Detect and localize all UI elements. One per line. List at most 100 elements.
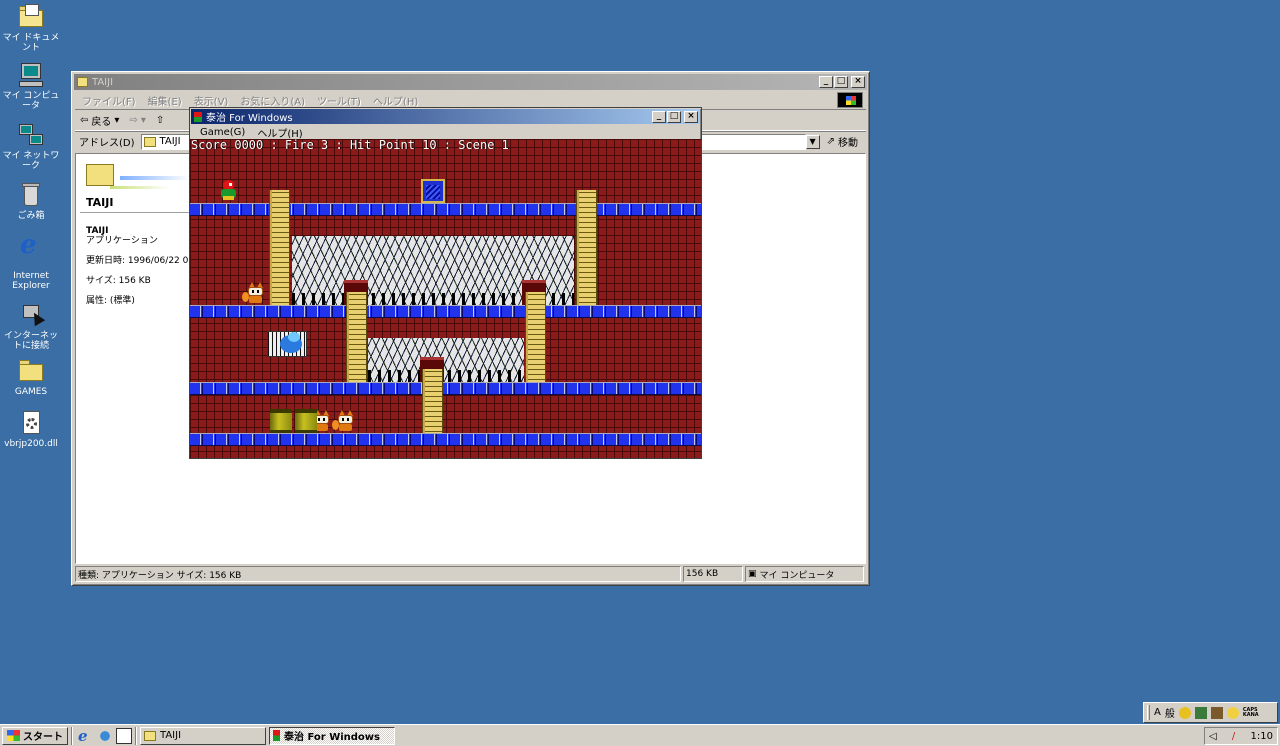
desktop-icon-label: マイ ネットワーク — [2, 151, 60, 171]
ime-settings-icon[interactable] — [1210, 706, 1223, 719]
ime-pad-icon[interactable]: A — [1154, 707, 1161, 718]
ladder — [525, 292, 546, 382]
taskbar: スタート e TAIJI 泰治 For Windows ◁ / 1:10 — [0, 724, 1280, 746]
desktop-icon-games[interactable]: GAMES — [0, 358, 62, 397]
menu-game[interactable]: Game(G) — [194, 127, 251, 138]
chevron-down-icon: ▾ — [114, 114, 120, 126]
ime-dictionary-icon[interactable] — [1194, 706, 1207, 719]
my-computer-icon — [17, 62, 45, 88]
ime-language-bar[interactable]: A 般 CAPS KANA — [1143, 702, 1278, 723]
minimize-button[interactable]: _ — [652, 110, 666, 123]
desktop-icon-connect-internet[interactable]: インターネットに接続 — [0, 302, 62, 351]
task-button-game[interactable]: 泰治 For Windows — [269, 726, 395, 745]
address-dropdown-button[interactable]: ▼ — [805, 134, 820, 149]
desktop-icon-dll[interactable]: vbrjp200.dll — [0, 410, 62, 449]
go-button[interactable]: ⇗ 移動 — [821, 134, 866, 149]
task-label: 泰治 For Windows — [284, 732, 380, 743]
menu-edit[interactable]: 編集(E) — [142, 93, 188, 108]
status-main: 種類: アプリケーション サイズ: 156 KB — [75, 566, 681, 582]
desktop-icon-my-network[interactable]: マイ ネットワーク — [0, 122, 62, 171]
minimize-button[interactable]: _ — [819, 76, 833, 88]
game-hud: Score 0000 : Fire 3 : Hit Point 10 : Sce… — [191, 139, 509, 152]
system-tray: ◁ / 1:10 — [1204, 727, 1278, 745]
ladder — [269, 190, 290, 305]
language-bar-grip[interactable] — [1147, 705, 1150, 720]
file-attributes: 属性: (標準) — [86, 296, 135, 306]
barrel-sprite — [295, 409, 317, 433]
explorer-titlebar[interactable]: TAIJI _ □ × — [74, 74, 867, 90]
desktop-icon-label: ごみ箱 — [17, 211, 45, 221]
floor-platform — [190, 203, 701, 216]
task-button-explorer[interactable]: TAIJI — [140, 726, 266, 745]
desktop-icon-label: マイ ドキュメント — [2, 33, 60, 53]
fox-enemy-sprite — [332, 410, 356, 432]
status-size: 156 KB — [683, 566, 743, 582]
network-icon — [17, 122, 45, 148]
start-label: スタート — [23, 732, 63, 743]
window-title: TAIJI — [92, 76, 114, 88]
windows-logo-icon — [7, 730, 20, 741]
menu-help[interactable]: ヘルプ(H) — [251, 125, 308, 140]
floor-platform — [190, 382, 701, 395]
file-modified: 更新日時: 1996/06/22 0:2 — [86, 256, 198, 266]
fox-enemy-sprite — [242, 282, 266, 304]
maximize-button[interactable]: □ — [667, 110, 681, 123]
desktop-icon-internet-explorer[interactable]: e Internet Explorer — [0, 232, 62, 291]
show-desktop-icon[interactable] — [116, 727, 132, 744]
menu-file[interactable]: ファイル(F) — [76, 93, 142, 108]
folder-icon — [144, 730, 156, 741]
menu-tools[interactable]: ツール(T) — [311, 93, 367, 108]
desktop-icon-recycle-bin[interactable]: ごみ箱 — [0, 182, 62, 221]
caged-creature-sprite — [267, 331, 307, 357]
ime-tool-icon[interactable] — [1178, 706, 1191, 719]
ime-mode-indicator[interactable]: 般 — [1165, 705, 1175, 720]
folder-title: TAIJI — [86, 196, 114, 209]
desktop-icon-label: マイ コンピュータ — [2, 91, 60, 111]
ladder — [346, 292, 367, 382]
ladder — [576, 190, 597, 305]
maximize-button[interactable]: □ — [834, 76, 848, 88]
barrel-sprite — [270, 409, 292, 433]
desktop-icon-my-documents[interactable]: マイ ドキュメント — [0, 4, 62, 53]
game-window[interactable]: 泰治 For Windows _ □ × Game(G) ヘルプ(H) Scor… — [189, 107, 702, 459]
start-button[interactable]: スタート — [2, 726, 68, 745]
file-size: サイズ: 156 KB — [86, 276, 151, 286]
forward-arrow-icon: ⇨ — [129, 114, 138, 126]
forward-button[interactable]: ⇨ ▾ — [124, 115, 150, 126]
my-computer-icon: ▣ — [748, 569, 757, 579]
desktop-icon-label: インターネットに接続 — [3, 331, 58, 351]
file-name: TAIJI — [86, 226, 109, 236]
status-zone: ▣ マイ コンピュータ — [745, 566, 864, 582]
menu-favorites[interactable]: お気に入り(A) — [234, 93, 311, 108]
my-documents-icon — [17, 4, 45, 30]
folder-icon — [17, 358, 45, 384]
outlook-express-icon[interactable] — [97, 727, 113, 744]
ime-help-icon[interactable] — [1226, 706, 1239, 719]
up-folder-icon: ⇧ — [155, 114, 165, 126]
chevron-down-icon: ▾ — [140, 114, 146, 126]
go-arrow-icon: ⇗ — [826, 136, 835, 147]
back-button[interactable]: ⇦ 戻る ▾ — [75, 113, 124, 128]
close-button[interactable]: × — [851, 76, 865, 88]
internet-explorer-icon[interactable]: e — [78, 728, 94, 744]
clock[interactable]: 1:10 — [1251, 731, 1273, 742]
kana-label: KANA — [1242, 711, 1259, 718]
game-titlebar[interactable]: 泰治 For Windows _ □ × — [191, 109, 700, 124]
up-folder-button[interactable]: ⇧ — [151, 115, 169, 126]
folder-icon — [86, 164, 114, 186]
file-details: TAIJI アプリケーション 更新日時: 1996/06/22 0:2 サイズ:… — [86, 226, 197, 316]
volume-icon[interactable]: ◁ — [1209, 731, 1217, 742]
back-label: 戻る — [91, 116, 112, 128]
back-arrow-icon: ⇦ — [80, 114, 89, 126]
exit-door — [421, 179, 445, 203]
game-app-icon — [194, 111, 202, 122]
menu-help[interactable]: ヘルプ(H) — [367, 93, 424, 108]
desktop-icon-my-computer[interactable]: マイ コンピュータ — [0, 62, 62, 111]
go-label: 移動 — [838, 138, 858, 149]
game-playfield[interactable]: Score 0000 : Fire 3 : Hit Point 10 : Sce… — [190, 139, 701, 458]
ime-pen-icon[interactable]: / — [1232, 731, 1235, 742]
menu-view[interactable]: 表示(V) — [188, 93, 235, 108]
close-button[interactable]: × — [684, 110, 698, 123]
quick-launch: e — [78, 727, 132, 744]
dll-file-icon — [17, 410, 45, 436]
